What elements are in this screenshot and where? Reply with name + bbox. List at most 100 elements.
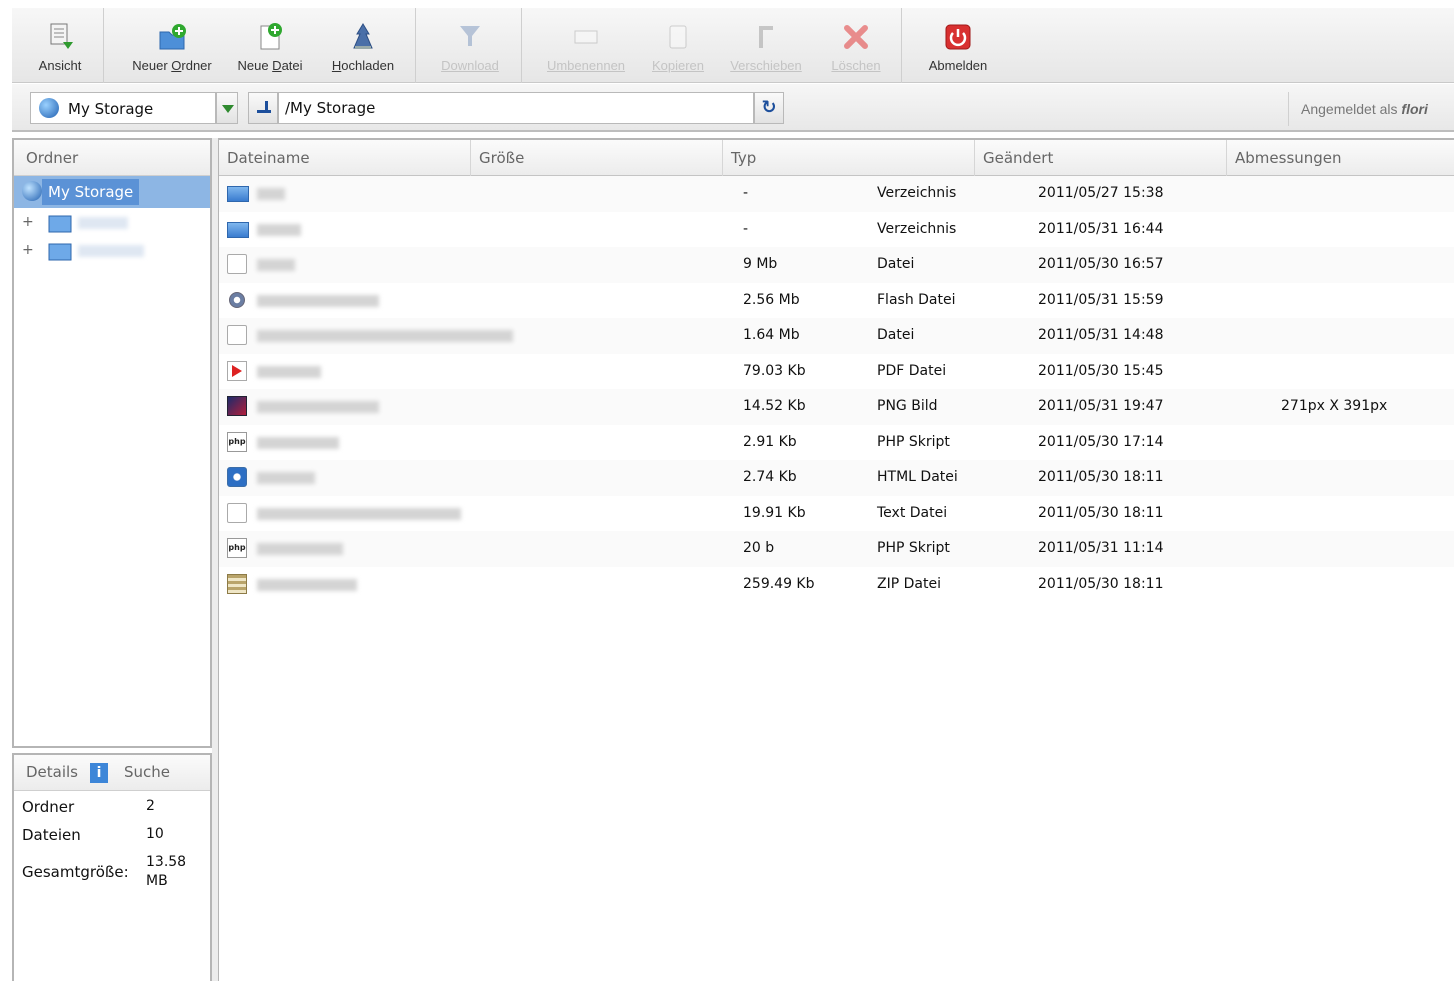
- refresh-button[interactable]: ↻: [754, 92, 784, 124]
- download-icon: [460, 26, 480, 46]
- details-total-size-label: Gesamtgröße:: [22, 863, 129, 881]
- new-file-label-post: atei: [281, 58, 303, 73]
- refresh-icon: ↻: [761, 97, 777, 118]
- expand-icon[interactable]: +: [22, 242, 34, 258]
- tab-details[interactable]: Details: [26, 763, 78, 781]
- filename-redacted: [257, 223, 301, 236]
- cell-type: PHP Skript: [877, 433, 950, 450]
- cell-modified: 2011/05/31 14:48: [1038, 327, 1164, 343]
- storage-select-value: My Storage: [68, 100, 154, 118]
- details-total-size-value: 13.58: [146, 854, 187, 870]
- table-row[interactable]: - Verzeichnis 2011/05/27 15:38: [219, 176, 1454, 212]
- cell-modified: 2011/05/27 15:38: [1038, 185, 1164, 201]
- folder-icon: [48, 215, 72, 233]
- ansicht-label: Ansicht: [38, 58, 82, 73]
- delete-button[interactable]: Löschen: [820, 8, 892, 83]
- filename-redacted: [257, 330, 513, 342]
- move-button[interactable]: Verschieben: [722, 8, 810, 83]
- copy-label: Kopieren: [651, 58, 705, 73]
- php-icon: php: [227, 431, 247, 452]
- expand-icon[interactable]: +: [22, 214, 34, 230]
- cell-size: 19.91 Kb: [743, 504, 806, 521]
- cell-type: Verzeichnis: [877, 185, 957, 201]
- table-row[interactable]: php 20 b PHP Skript 2011/05/31 11:14: [219, 531, 1454, 567]
- filename-redacted: [257, 365, 321, 378]
- cell-modified: 2011/05/30 18:11: [1038, 469, 1164, 485]
- table-row[interactable]: 1.64 Mb Datei 2011/05/31 14:48: [219, 318, 1454, 354]
- storage-dropdown-button[interactable]: [216, 92, 238, 124]
- file-grid: Dateiname Größe Typ Geändert Abmessungen…: [218, 138, 1454, 981]
- cell-modified: 2011/05/31 16:44: [1038, 220, 1164, 237]
- cell-modified: 2011/05/31 11:14: [1038, 540, 1164, 556]
- new-file-icon: [260, 23, 282, 50]
- filename-redacted: [257, 259, 295, 271]
- zip-icon: [227, 573, 247, 594]
- filename-redacted: [257, 578, 357, 591]
- column-dimensions[interactable]: Abmessungen: [1227, 140, 1454, 176]
- path-input[interactable]: [278, 92, 754, 124]
- upload-button[interactable]: Hochladen: [318, 8, 408, 83]
- logout-label: Abmelden: [928, 58, 988, 73]
- rename-button[interactable]: Umbenennen: [540, 8, 632, 83]
- new-file-button[interactable]: Neue Datei: [222, 8, 318, 83]
- tree-node[interactable]: +: [22, 240, 202, 266]
- login-status: Angemeldet als flori: [1288, 92, 1454, 126]
- table-row[interactable]: - Verzeichnis 2011/05/31 16:44: [219, 211, 1454, 247]
- cell-type: PHP Skript: [877, 540, 950, 556]
- folder-icon: [227, 186, 249, 202]
- cell-size: 9 Mb: [743, 256, 778, 272]
- table-row[interactable]: php 2.91 Kb PHP Skript 2011/05/30 17:14: [219, 424, 1454, 460]
- table-row[interactable]: 9 Mb Datei 2011/05/30 16:57: [219, 247, 1454, 283]
- cell-size: -: [743, 185, 749, 201]
- copy-button[interactable]: Kopieren: [642, 8, 714, 83]
- column-size[interactable]: Größe: [471, 140, 723, 176]
- table-row[interactable]: 259.49 Kb ZIP Datei 2011/05/30 18:11: [219, 566, 1454, 602]
- delete-label: Löschen: [831, 58, 881, 73]
- view-icon: [50, 23, 73, 49]
- cell-type: Datei: [877, 327, 915, 343]
- new-folder-button[interactable]: Neuer Ordner: [122, 8, 222, 83]
- cell-size: 2.74 Kb: [743, 469, 797, 485]
- delete-icon: [844, 25, 868, 49]
- tree-node-label: [78, 245, 144, 257]
- new-folder-icon: [159, 24, 186, 50]
- ansicht-button[interactable]: Ansicht: [18, 8, 102, 83]
- logout-button[interactable]: Abmelden: [916, 8, 1000, 83]
- cell-modified: 2011/05/30 18:11: [1038, 575, 1164, 592]
- table-row[interactable]: 14.52 Kb PNG Bild 2011/05/31 19:47 271px X …: [219, 389, 1454, 425]
- cell-type: PDF Datei: [877, 362, 947, 379]
- file-icon: [227, 254, 247, 274]
- column-modified[interactable]: Geändert: [975, 140, 1227, 176]
- cell-size: 2.56 Mb: [743, 291, 800, 308]
- tree-node[interactable]: +: [22, 212, 202, 238]
- rename-icon: [574, 30, 598, 44]
- column-filename[interactable]: Dateiname: [219, 140, 471, 176]
- folder-tree-header: Ordner: [14, 140, 210, 176]
- address-bar: My Storage ↻ Angemeldet als flori: [12, 84, 1454, 132]
- new-file-label: Neue Datei: [222, 58, 318, 73]
- folder-icon: [48, 243, 72, 261]
- cell-type: Verzeichnis: [877, 220, 957, 237]
- cell-type: Datei: [877, 256, 915, 272]
- upload-icon: [353, 23, 373, 49]
- download-button[interactable]: Download: [428, 8, 512, 83]
- folder-icon: [227, 221, 249, 238]
- globe-icon: [22, 181, 42, 201]
- flash-icon: [229, 291, 245, 308]
- table-row[interactable]: 2.74 Kb HTML Datei 2011/05/30 18:11: [219, 460, 1454, 496]
- cell-size: -: [743, 220, 749, 237]
- tab-search[interactable]: Suche: [124, 763, 170, 781]
- globe-icon: [39, 98, 59, 118]
- tree-root-my-storage[interactable]: My Storage: [14, 176, 210, 208]
- pdf-icon: [227, 360, 247, 381]
- parent-folder-button[interactable]: [248, 92, 278, 124]
- column-type[interactable]: Typ: [723, 140, 975, 176]
- filename-redacted: [257, 543, 343, 555]
- table-row[interactable]: 19.91 Kb Text Datei 2011/05/30 18:11: [219, 495, 1454, 531]
- new-file-label-mnemonic: D: [272, 58, 282, 73]
- table-row[interactable]: 79.03 Kb PDF Datei 2011/05/30 15:45: [219, 353, 1454, 389]
- filename-redacted: [257, 188, 285, 200]
- storage-select[interactable]: My Storage: [30, 92, 216, 124]
- table-row[interactable]: 2.56 Mb Flash Datei 2011/05/31 15:59: [219, 282, 1454, 318]
- tree-node-label: [78, 217, 128, 229]
